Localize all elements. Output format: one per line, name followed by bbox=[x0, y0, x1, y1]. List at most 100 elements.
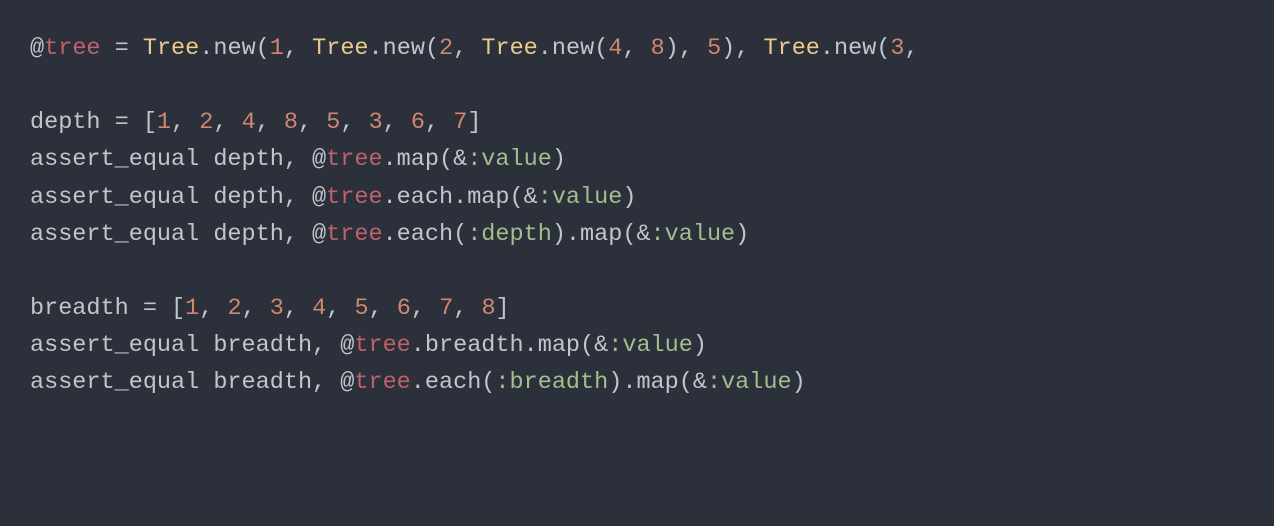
token-sym: :breadth bbox=[495, 369, 608, 396]
token-at: @ bbox=[312, 146, 326, 173]
token-text: ) bbox=[552, 146, 566, 173]
token-text: .each( bbox=[411, 369, 496, 396]
token-text: assert_equal breadth, bbox=[30, 369, 340, 396]
token-at: @ bbox=[340, 369, 354, 396]
code-line: assert_equal breadth, @tree.breadth.map(… bbox=[30, 332, 707, 359]
code-line: depth = [1, 2, 4, 8, 5, 3, 6, 7] bbox=[30, 109, 481, 136]
token-num: 2 bbox=[227, 295, 241, 322]
token-text: .new( bbox=[199, 35, 270, 62]
token-num: 6 bbox=[397, 295, 411, 322]
token-num: 1 bbox=[270, 35, 284, 62]
token-text: .map(& bbox=[383, 146, 468, 173]
token-text: ), bbox=[721, 35, 763, 62]
token-sym: :value bbox=[608, 332, 693, 359]
token-num: 7 bbox=[439, 295, 453, 322]
token-num: 2 bbox=[199, 109, 213, 136]
token-text: assert_equal depth, bbox=[30, 146, 312, 173]
token-text: , bbox=[213, 109, 241, 136]
token-text: .new( bbox=[369, 35, 440, 62]
token-sym: :depth bbox=[467, 221, 552, 248]
token-text: , bbox=[453, 35, 481, 62]
token-class: Tree bbox=[481, 35, 537, 62]
token-text: assert_equal depth, bbox=[30, 184, 312, 211]
code-line bbox=[30, 72, 44, 99]
token-text: ) bbox=[622, 184, 636, 211]
code-block[interactable]: @tree = Tree.new(1, Tree.new(2, Tree.new… bbox=[0, 0, 1274, 401]
token-num: 8 bbox=[284, 109, 298, 136]
token-num: 1 bbox=[185, 295, 199, 322]
token-num: 8 bbox=[481, 295, 495, 322]
token-text: ) bbox=[792, 369, 806, 396]
token-class: Tree bbox=[143, 35, 199, 62]
token-sym: :value bbox=[538, 184, 623, 211]
token-class: Tree bbox=[312, 35, 368, 62]
token-text: .each.map(& bbox=[383, 184, 538, 211]
token-text: ).map(& bbox=[608, 369, 707, 396]
token-text: depth = [ bbox=[30, 109, 157, 136]
token-ivar: tree bbox=[44, 35, 100, 62]
token-text: assert_equal breadth, bbox=[30, 332, 340, 359]
token-text: .new( bbox=[538, 35, 609, 62]
token-at: @ bbox=[312, 221, 326, 248]
token-text: , bbox=[340, 109, 368, 136]
token-num: 7 bbox=[453, 109, 467, 136]
code-line: assert_equal breadth, @tree.each(:breadt… bbox=[30, 369, 806, 396]
code-line: breadth = [1, 2, 3, 4, 5, 6, 7, 8] bbox=[30, 295, 510, 322]
token-ivar: tree bbox=[326, 184, 382, 211]
token-num: 2 bbox=[439, 35, 453, 62]
token-at: @ bbox=[340, 332, 354, 359]
token-ivar: tree bbox=[354, 369, 410, 396]
token-num: 4 bbox=[312, 295, 326, 322]
token-text: , bbox=[199, 295, 227, 322]
code-line: @tree = Tree.new(1, Tree.new(2, Tree.new… bbox=[30, 35, 933, 62]
token-text: .breadth.map(& bbox=[411, 332, 608, 359]
code-line: assert_equal depth, @tree.each(:depth).m… bbox=[30, 221, 749, 248]
code-line: assert_equal depth, @tree.map(&:value) bbox=[30, 146, 566, 173]
token-text: , bbox=[425, 109, 453, 136]
token-num: 1 bbox=[157, 109, 171, 136]
token-text: breadth = [ bbox=[30, 295, 185, 322]
token-num: 5 bbox=[707, 35, 721, 62]
token-sym: :value bbox=[467, 146, 552, 173]
token-text: ).map(& bbox=[552, 221, 651, 248]
code-line: assert_equal depth, @tree.each.map(&:val… bbox=[30, 184, 636, 211]
token-num: 8 bbox=[651, 35, 665, 62]
token-text: , bbox=[326, 295, 354, 322]
token-text: , bbox=[256, 109, 284, 136]
token-text: , bbox=[284, 35, 312, 62]
token-text: ), bbox=[665, 35, 707, 62]
token-sym: :value bbox=[651, 221, 736, 248]
token-text: , bbox=[298, 109, 326, 136]
token-text: , bbox=[242, 295, 270, 322]
token-text: ] bbox=[467, 109, 481, 136]
token-at: @ bbox=[312, 184, 326, 211]
token-num: 5 bbox=[326, 109, 340, 136]
token-text: , bbox=[383, 109, 411, 136]
token-ivar: tree bbox=[354, 332, 410, 359]
token-text: , bbox=[284, 295, 312, 322]
token-text: ) bbox=[693, 332, 707, 359]
token-text: = bbox=[101, 35, 143, 62]
token-num: 4 bbox=[242, 109, 256, 136]
token-num: 4 bbox=[608, 35, 622, 62]
token-text: , bbox=[453, 295, 481, 322]
token-text: , bbox=[411, 295, 439, 322]
token-text: , bbox=[369, 295, 397, 322]
token-class: Tree bbox=[763, 35, 819, 62]
token-at: @ bbox=[30, 35, 44, 62]
code-line bbox=[30, 258, 44, 285]
token-num: 5 bbox=[354, 295, 368, 322]
token-ivar: tree bbox=[326, 221, 382, 248]
token-text: , bbox=[622, 35, 650, 62]
token-text: ) bbox=[735, 221, 749, 248]
token-text: .each( bbox=[383, 221, 468, 248]
token-text: ] bbox=[496, 295, 510, 322]
token-num: 3 bbox=[890, 35, 904, 62]
token-sym: :value bbox=[707, 369, 792, 396]
token-num: 3 bbox=[270, 295, 284, 322]
token-text: , bbox=[171, 109, 199, 136]
token-text: assert_equal depth, bbox=[30, 221, 312, 248]
token-text: .new( bbox=[820, 35, 891, 62]
token-num: 3 bbox=[369, 109, 383, 136]
token-ivar: tree bbox=[326, 146, 382, 173]
